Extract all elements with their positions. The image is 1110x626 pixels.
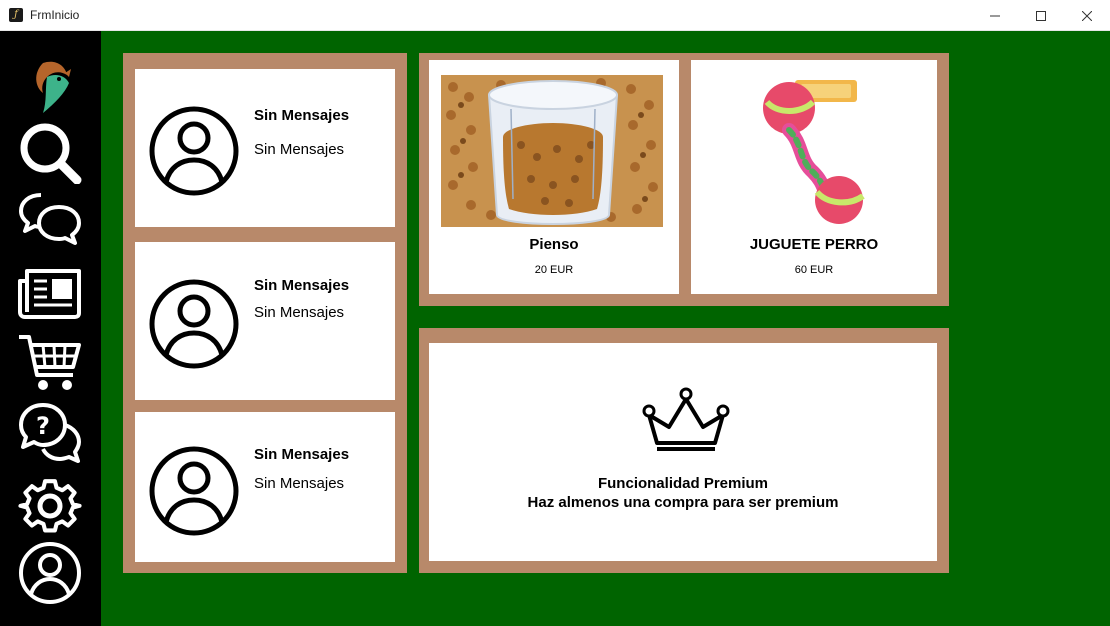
- close-button[interactable]: [1064, 0, 1110, 31]
- message-title: Sin Mensajes: [254, 107, 350, 124]
- search-icon[interactable]: [16, 120, 84, 184]
- product-price: 20 EUR: [534, 264, 574, 276]
- window-title: FrmInicio: [30, 8, 80, 22]
- user-icon[interactable]: [16, 541, 84, 605]
- dog-toy-image: [763, 80, 865, 224]
- close-icon: [1082, 10, 1092, 21]
- maximize-button[interactable]: [1018, 0, 1064, 31]
- product-card[interactable]: Pienso 20 EUR: [429, 60, 679, 294]
- main-area: Sin Mensajes Sin Mensajes Sin Mensajes S…: [101, 31, 1110, 626]
- message-title: Sin Mensajes: [254, 277, 350, 294]
- help-bubble-icon[interactable]: ?: [16, 401, 84, 465]
- shopping-cart-icon[interactable]: [16, 331, 84, 395]
- message-text: Sin Mensajes: [254, 304, 345, 321]
- crown-icon: [642, 387, 730, 451]
- minimize-button[interactable]: [972, 0, 1018, 31]
- chat-bubbles-icon[interactable]: [16, 189, 84, 253]
- gear-icon[interactable]: [16, 473, 84, 537]
- product-name: Pienso: [529, 236, 579, 253]
- message-card[interactable]: Sin Mensajes Sin Mensajes: [135, 412, 395, 562]
- user-avatar-icon: [149, 279, 239, 369]
- product-card[interactable]: JUGUETE PERRO 60 EUR: [691, 60, 937, 294]
- svg-text:?: ?: [36, 412, 50, 440]
- products-panel: Pienso 20 EUR JUGUETE PERRO 60 EUR: [419, 53, 949, 306]
- newspaper-icon[interactable]: [16, 261, 84, 325]
- premium-title: Funcionalidad Premium: [597, 475, 769, 492]
- user-avatar-icon: [149, 106, 239, 196]
- premium-panel: Funcionalidad Premium Haz almenos una co…: [419, 328, 949, 573]
- message-card[interactable]: Sin Mensajes Sin Mensajes: [135, 69, 395, 227]
- message-title: Sin Mensajes: [254, 446, 350, 463]
- user-avatar-icon: [149, 446, 239, 536]
- message-card[interactable]: Sin Mensajes Sin Mensajes: [135, 242, 395, 400]
- product-price: 60 EUR: [794, 264, 834, 276]
- sidebar: ?: [0, 31, 101, 626]
- app-icon: ƒ: [9, 8, 23, 22]
- premium-description: Haz almenos una compra para ser premium: [527, 494, 839, 511]
- logo-icon[interactable]: [16, 55, 84, 119]
- maximize-icon: [1036, 10, 1046, 21]
- product-name: JUGUETE PERRO: [749, 236, 879, 253]
- premium-card[interactable]: Funcionalidad Premium Haz almenos una co…: [429, 343, 937, 561]
- message-text: Sin Mensajes: [254, 141, 345, 158]
- minimize-icon: [990, 15, 1000, 16]
- message-text: Sin Mensajes: [254, 475, 345, 492]
- messages-panel: Sin Mensajes Sin Mensajes Sin Mensajes S…: [123, 53, 407, 573]
- dog-food-image: [441, 75, 663, 227]
- title-bar: ƒ FrmInicio: [0, 0, 1110, 31]
